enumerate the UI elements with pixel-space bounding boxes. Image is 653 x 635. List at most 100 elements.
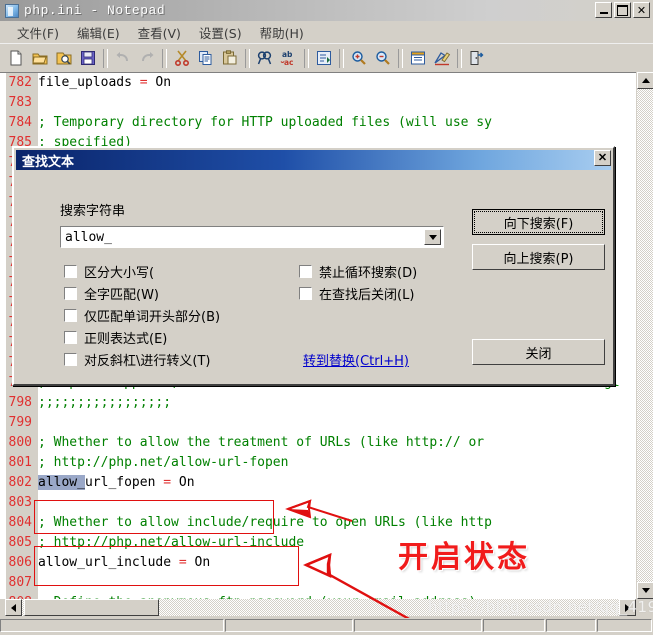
checkbox-box[interactable]: [64, 309, 77, 322]
code-token: =: [163, 475, 179, 490]
find-dialog-title-bar[interactable]: 查找文本: [16, 150, 611, 170]
code-line: 807: [6, 573, 636, 593]
vertical-scrollbar[interactable]: [636, 72, 653, 599]
window-controls: ✕: [595, 2, 650, 18]
find-dialog-close-button[interactable]: ✕: [594, 150, 611, 166]
code-token: ; Temporary directory for HTTP uploaded …: [38, 115, 492, 130]
zoom-out-button[interactable]: [371, 47, 395, 70]
checkbox-label: 区分大小写(: [84, 266, 155, 281]
checkbox-label: 在查找后关闭(L): [319, 288, 415, 303]
save-button[interactable]: [76, 47, 100, 70]
new-file-button[interactable]: [4, 47, 28, 70]
status-bar: [0, 618, 653, 632]
open-recent-button[interactable]: [52, 47, 76, 70]
checkbox-label: 仅匹配单词开头部分(B): [84, 310, 221, 325]
chevron-down-icon: [428, 234, 437, 240]
goto-replace-link[interactable]: 转到替换(Ctrl+H): [303, 350, 409, 369]
redo-button[interactable]: [135, 47, 159, 70]
find-dialog[interactable]: 查找文本 ✕ 搜索字符串 allow_ 区分大小写( 全字匹配(W) 仅匹配单词…: [12, 146, 615, 386]
close-dialog-button[interactable]: 关闭: [472, 339, 605, 365]
menu-settings[interactable]: 设置(S): [190, 21, 251, 44]
menu-view[interactable]: 查看(V): [129, 21, 190, 44]
menu-edit[interactable]: 编辑(E): [68, 21, 129, 44]
toolbar: ab ac: [0, 43, 653, 72]
triangle-down-icon: [641, 588, 650, 593]
checkbox-label: 对反斜杠\进行转义(T): [84, 354, 211, 369]
code-line: 799: [6, 413, 636, 433]
window-list-button[interactable]: [406, 47, 430, 70]
line-number: 782: [6, 73, 32, 93]
checkbox-word-start[interactable]: 仅匹配单词开头部分(B): [64, 306, 220, 325]
checkbox-match-case[interactable]: 区分大小写(: [64, 262, 154, 281]
window-title: php.ini - Notepad: [24, 3, 166, 18]
replace-button[interactable]: ab ac: [277, 47, 301, 70]
triangle-up-icon: [641, 78, 650, 83]
code-token: On: [155, 75, 172, 90]
status-pane-2: [225, 619, 353, 632]
line-number: 804: [6, 513, 32, 533]
toolbar-separator: [304, 48, 309, 68]
checkbox-escape-backslash[interactable]: 对反斜杠\进行转义(T): [64, 350, 210, 369]
find-button[interactable]: [253, 47, 277, 70]
code-line: 802 allow_url_fopen = On: [6, 473, 636, 493]
menu-file[interactable]: 文件(F): [8, 21, 68, 44]
checkbox-box[interactable]: [64, 331, 77, 344]
vertical-scrollbar-track[interactable]: [637, 89, 653, 582]
edit-mode-button[interactable]: [430, 47, 454, 70]
scroll-up-button[interactable]: [637, 72, 653, 89]
open-folder-button[interactable]: [28, 47, 52, 70]
close-icon: ✕: [597, 151, 608, 164]
scroll-right-button[interactable]: [619, 599, 636, 616]
checkbox-regex[interactable]: 正则表达式(E): [64, 328, 167, 347]
line-number: 807: [6, 573, 32, 593]
code-line: 782 file_uploads = On: [6, 73, 636, 93]
checkbox-close-after-find[interactable]: 在查找后关闭(L): [299, 284, 414, 303]
search-input[interactable]: allow_: [60, 226, 444, 248]
checkbox-box[interactable]: [64, 353, 77, 366]
triangle-right-icon: [625, 603, 630, 612]
find-next-button[interactable]: 向下搜索(F): [472, 209, 605, 235]
toolbar-separator: [103, 48, 108, 68]
code-token: =: [139, 75, 156, 90]
checkbox-no-wrap[interactable]: 禁止循环搜索(D): [299, 262, 417, 281]
checkbox-box[interactable]: [299, 265, 312, 278]
checkbox-box[interactable]: [64, 287, 77, 300]
status-pane-5: [546, 619, 596, 632]
cut-button[interactable]: [170, 47, 194, 70]
line-number: 800: [6, 433, 32, 453]
close-button[interactable]: ✕: [633, 2, 650, 18]
search-input-value: allow_: [65, 229, 112, 245]
checkbox-box[interactable]: [299, 287, 312, 300]
code-line: 806 allow_url_include = On: [6, 553, 636, 573]
exit-button[interactable]: [465, 47, 489, 70]
zoom-in-button[interactable]: [347, 47, 371, 70]
scroll-down-button[interactable]: [637, 582, 653, 599]
copy-button[interactable]: [194, 47, 218, 70]
undo-button[interactable]: [111, 47, 135, 70]
status-pane-6: [597, 619, 652, 632]
code-token: url_fopen: [84, 475, 164, 490]
checkbox-box[interactable]: [64, 265, 77, 278]
horizontal-scrollbar-thumb[interactable]: [24, 599, 159, 616]
paste-button[interactable]: [218, 47, 242, 70]
scroll-left-button[interactable]: [5, 599, 22, 616]
find-dialog-title: 查找文本: [22, 154, 75, 170]
menu-help[interactable]: 帮助(H): [251, 21, 313, 44]
maximize-button[interactable]: [614, 2, 631, 18]
code-token: file_uploads: [38, 75, 140, 90]
line-number: 802: [6, 473, 32, 493]
checkbox-whole-word[interactable]: 全字匹配(W): [64, 284, 159, 303]
status-pane-1: [0, 619, 224, 632]
code-token: =: [178, 555, 195, 570]
notepad-window: php.ini - Notepad ✕ 文件(F) 编辑(E) 查看(V) 设置…: [0, 0, 653, 632]
find-previous-button[interactable]: 向上搜索(P): [472, 244, 605, 270]
code-token: ; http://php.net/allow-url-include: [38, 535, 305, 550]
horizontal-scrollbar[interactable]: [5, 599, 636, 616]
goto-line-button[interactable]: [312, 47, 336, 70]
line-number: 798: [6, 393, 32, 413]
minimize-button[interactable]: [595, 2, 612, 18]
code-line: 800 ; Whether to allow the treatment of U…: [6, 433, 636, 453]
search-history-dropdown-button[interactable]: [424, 229, 441, 245]
code-token: ; Whether to allow include/require to op…: [38, 515, 492, 530]
line-number: 805: [6, 533, 32, 553]
